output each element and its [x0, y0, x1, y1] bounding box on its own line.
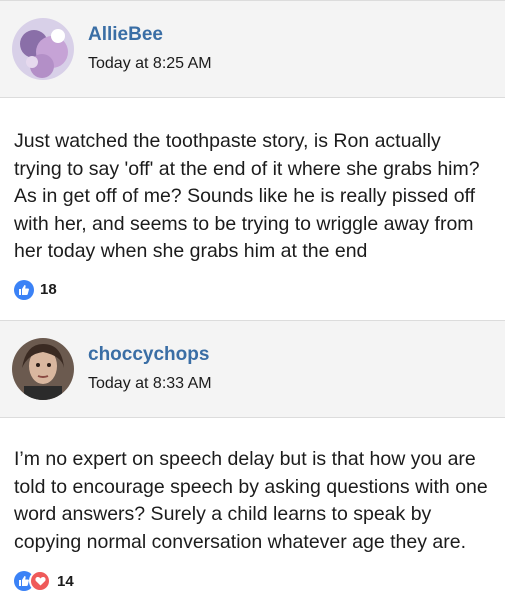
- username-link[interactable]: AllieBee: [88, 24, 212, 46]
- avatar[interactable]: [12, 18, 74, 80]
- like-icon: [14, 279, 34, 300]
- post-header: AllieBee Today at 8:25 AM: [0, 0, 505, 98]
- avatar[interactable]: [12, 338, 74, 400]
- post-body: I’m no expert on speech delay but is tha…: [14, 448, 488, 553]
- username-link[interactable]: choccychops: [88, 344, 212, 366]
- reactions-bar[interactable]: 14: [0, 570, 505, 592]
- post-header: choccychops Today at 8:33 AM: [0, 320, 505, 418]
- post-body: Just watched the toothpaste story, is Ro…: [14, 130, 480, 262]
- post: AllieBee Today at 8:25 AM Just watched t…: [0, 0, 505, 320]
- post-timestamp[interactable]: Today at 8:25 AM: [88, 54, 212, 74]
- reaction-count: 18: [40, 281, 57, 298]
- love-icon: [29, 570, 51, 592]
- post: choccychops Today at 8:33 AM I’m no expe…: [0, 320, 505, 600]
- reactions-bar[interactable]: 18: [0, 279, 505, 300]
- post-timestamp[interactable]: Today at 8:33 AM: [88, 374, 212, 394]
- reaction-count: 14: [57, 572, 74, 590]
